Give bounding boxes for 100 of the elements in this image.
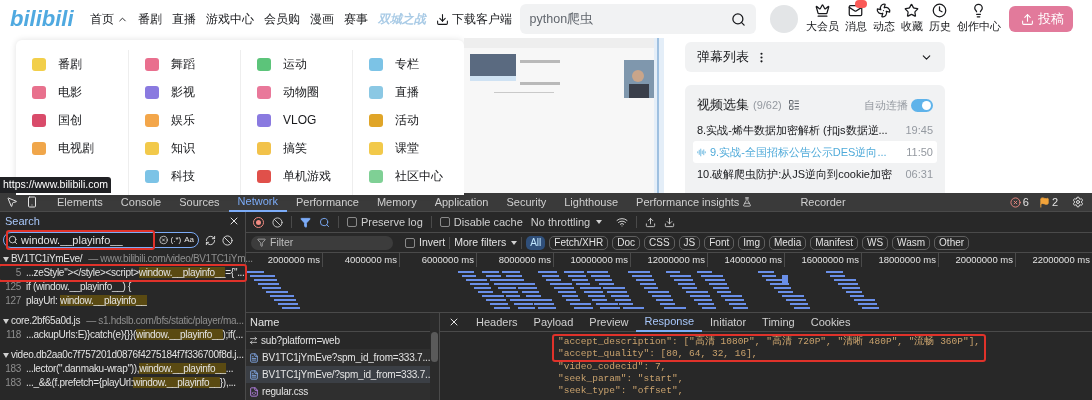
category-item[interactable]: 舞蹈: [129, 50, 240, 78]
category-item[interactable]: 专栏: [353, 50, 464, 78]
checkbox[interactable]: Invert: [405, 234, 446, 251]
category-item[interactable]: 电影: [16, 78, 128, 106]
devtools-tab[interactable]: Performance: [286, 192, 368, 212]
category-item[interactable]: VLOG: [241, 106, 352, 134]
result-file-row[interactable]: core.2bf65a0d.js — s1.hdslb.com/bfs/static/player/ma...: [0, 314, 245, 328]
search-field[interactable]: python爬虫: [519, 4, 756, 34]
checkbox[interactable]: Disable cache: [439, 213, 523, 231]
request-row[interactable]: BV1TC1jYmEve/?spm_id_from=333.7...: [246, 366, 430, 383]
devtools-tab[interactable]: Security: [497, 192, 556, 212]
search-result[interactable]: 5 ...zeStyle"></style><script>window.__playinfo__={"...: [0, 266, 245, 280]
column-header[interactable]: Name: [246, 313, 430, 332]
search-result[interactable]: 127 playUrl: window.__playinfo__: [0, 294, 245, 308]
detail-tab[interactable]: Response: [636, 312, 702, 332]
category-item[interactable]: 电视剧: [16, 134, 128, 162]
request-row[interactable]: BV1TC1jYmEve?spm_id_from=333.7...: [246, 349, 430, 366]
type-filter-chip[interactable]: Fetch/XHR: [549, 235, 609, 250]
detail-tab[interactable]: Preview: [581, 312, 637, 332]
category-item[interactable]: 直播: [353, 78, 464, 106]
detail-tab[interactable]: Payload: [525, 312, 582, 332]
header-action[interactable]: 收藏: [900, 3, 923, 35]
nav-link[interactable]: 直播: [171, 10, 196, 28]
export-icon[interactable]: [664, 216, 676, 228]
detail-tab[interactable]: Cookies: [802, 312, 859, 332]
nav-link[interactable]: 漫画: [309, 10, 334, 28]
nav-link[interactable]: 游戏中心: [205, 10, 254, 28]
type-filter-chip[interactable]: All: [526, 235, 546, 250]
search-result[interactable]: 125 if (window.__playinfo__) {: [0, 280, 245, 294]
search-result[interactable]: 183 ..._&&(f.prefetch={playUrl:window.__playinfo__}),...: [0, 376, 245, 390]
type-filter-chip[interactable]: WS: [862, 235, 889, 250]
import-icon[interactable]: [645, 216, 657, 228]
search-result[interactable]: 118 ...ackupUrls:E)}catch(e){}}(window.__playinfo__);if(...: [0, 328, 245, 342]
nav-link[interactable]: 会员购: [263, 10, 300, 28]
header-action[interactable]: 历史: [928, 3, 951, 35]
list-icon[interactable]: [787, 99, 800, 111]
filter-field[interactable]: Filter: [251, 235, 393, 250]
request-row[interactable]: sub?platform=web: [246, 332, 430, 349]
header-action[interactable]: 动态: [872, 3, 895, 35]
devtools-tab[interactable]: Elements: [48, 192, 112, 212]
category-item[interactable]: 课堂: [353, 134, 464, 162]
category-item[interactable]: 运动: [241, 50, 352, 78]
episode-row[interactable]: 8.实战-烯牛数据加密解析 (扣js数据逆... 19:45: [693, 119, 937, 141]
detail-tab[interactable]: Timing: [754, 312, 803, 332]
danmaku-panel[interactable]: 弹幕列表: [685, 42, 945, 72]
type-filter-chip[interactable]: Font: [704, 235, 735, 250]
category-item[interactable]: 娱乐: [129, 106, 240, 134]
category-item[interactable]: 知识: [129, 134, 240, 162]
devtools-tab[interactable]: Memory: [367, 192, 426, 212]
clear-results-icon[interactable]: [222, 234, 233, 246]
clear-icon[interactable]: [272, 216, 283, 228]
settings-icon[interactable]: [1072, 196, 1084, 208]
header-action[interactable]: 消息: [844, 3, 867, 35]
close-icon[interactable]: [448, 316, 460, 328]
more-filters-dropdown[interactable]: More filters: [454, 234, 518, 251]
devtools-tab[interactable]: Recorder: [791, 192, 855, 212]
clear-icon[interactable]: [158, 235, 168, 245]
type-filter-chip[interactable]: Manifest: [810, 235, 858, 250]
nav-link[interactable]: 首页: [89, 10, 128, 28]
category-item[interactable]: 番剧: [16, 50, 128, 78]
type-filter-chip[interactable]: CSS: [644, 235, 675, 250]
devtools-tab[interactable]: Lighthouse: [555, 192, 628, 212]
warning-icon[interactable]: [1038, 196, 1050, 208]
header-action[interactable]: 创作中心: [956, 3, 1001, 35]
device-icon[interactable]: [26, 196, 38, 208]
warning-count[interactable]: 2: [1051, 193, 1058, 211]
nav-link[interactable]: 下载客户端: [435, 10, 512, 28]
match-case-toggle[interactable]: Aa: [184, 234, 194, 246]
refresh-icon[interactable]: [205, 234, 216, 246]
category-item[interactable]: 搞笑: [241, 134, 352, 162]
checkbox[interactable]: Preserve log: [347, 213, 423, 231]
devtools-tab[interactable]: Network: [228, 192, 287, 212]
detail-tab[interactable]: Initiator: [702, 312, 755, 332]
devtools-tab[interactable]: Performance insights: [627, 192, 762, 212]
category-item[interactable]: 单机游戏: [241, 162, 352, 190]
search-icon[interactable]: [730, 11, 746, 27]
throttling-select[interactable]: No throttling: [530, 213, 603, 231]
category-item[interactable]: 影视: [129, 78, 240, 106]
devtools-tab[interactable]: Sources: [170, 192, 229, 212]
autoplay-toggle[interactable]: [911, 98, 933, 112]
detail-tab[interactable]: Headers: [468, 312, 526, 332]
search-result[interactable]: 183 ...lector(".danmaku-wrap")),window.__playinfo__...: [0, 362, 245, 376]
devtools-tab[interactable]: Application: [425, 192, 498, 212]
nav-link[interactable]: 赛事: [343, 10, 368, 28]
devtools-tab[interactable]: Console: [111, 192, 171, 212]
type-filter-chip[interactable]: Wasm: [892, 235, 931, 250]
category-item[interactable]: 活动: [353, 106, 464, 134]
filter-icon[interactable]: [300, 216, 311, 228]
category-item[interactable]: 科技: [129, 162, 240, 190]
header-action[interactable]: 大会员: [805, 3, 839, 35]
error-icon[interactable]: [1009, 196, 1021, 208]
type-filter-chip[interactable]: Img: [738, 235, 765, 250]
regex-toggle[interactable]: (.*): [170, 234, 182, 246]
nav-link[interactable]: 番剧: [137, 10, 162, 28]
category-item[interactable]: 社区中心: [353, 162, 464, 190]
type-filter-chip[interactable]: Other: [934, 235, 970, 250]
error-count[interactable]: 6: [1022, 193, 1029, 211]
category-item[interactable]: 动物圈: [241, 78, 352, 106]
type-filter-chip[interactable]: Doc: [612, 235, 641, 250]
inspect-icon[interactable]: [6, 196, 18, 208]
